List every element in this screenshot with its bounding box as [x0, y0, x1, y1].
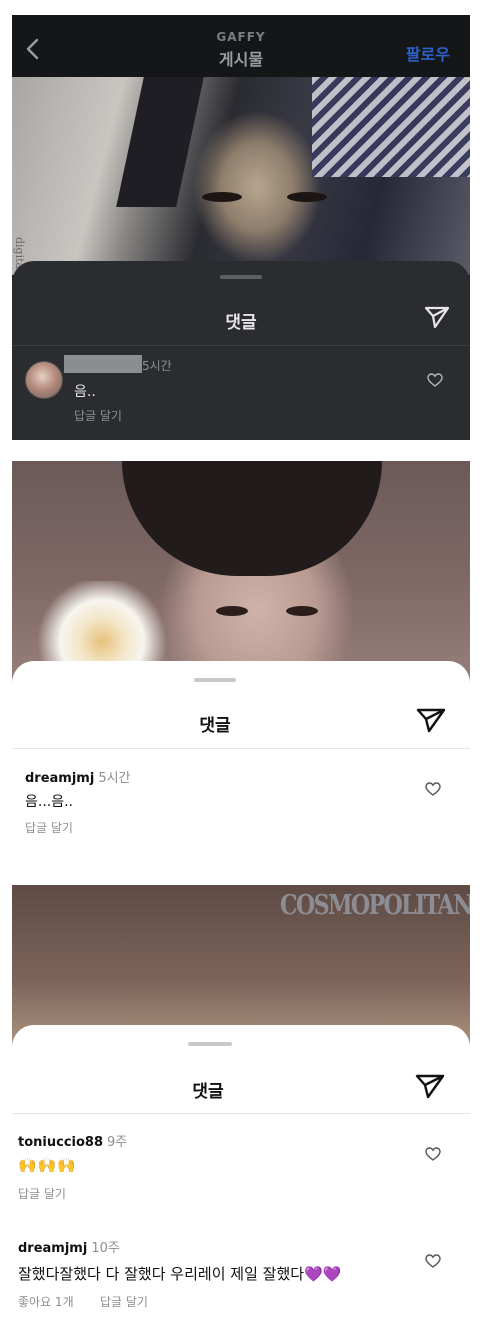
sheet-title: 댓글 [199, 716, 231, 736]
photo-eyes [216, 606, 318, 616]
comments-sheet: 댓글 dreamjmj 5시간 음...음.. 답글 달기 [12, 661, 470, 861]
sheet-drag-handle[interactable] [194, 678, 236, 682]
photo-brand-logo: COSMOPOLITAN [280, 890, 470, 921]
comment-username[interactable]: dreamjmj [25, 771, 94, 786]
comment-text: 음.. [74, 384, 96, 400]
post-panel-dark: digital.ritual GAFFY 게시물 팔로우 댓글 5시간 음.. … [12, 15, 470, 440]
comment-header: dreamjmj 10주 [18, 1237, 120, 1256]
sheet-drag-handle[interactable] [188, 1042, 232, 1046]
comment-text: 음...음.. [25, 794, 74, 810]
comment-time: 9주 [107, 1135, 128, 1150]
comment-username[interactable]: toniuccio88 [18, 1135, 103, 1150]
divider [12, 748, 470, 749]
divider [12, 345, 470, 346]
send-icon[interactable] [424, 305, 450, 329]
reply-button[interactable]: 답글 달기 [74, 407, 122, 424]
comment-time: 5시간 [142, 359, 172, 373]
page-title: 게시물 [218, 50, 264, 69]
send-icon[interactable] [415, 1073, 445, 1099]
account-name: GAFFY [216, 30, 266, 44]
follow-button[interactable]: 팔로우 [406, 41, 450, 65]
comment-time: 10주 [91, 1241, 120, 1256]
photo-scarf [312, 77, 470, 177]
comments-sheet: 댓글 5시간 음.. 답글 달기 [12, 261, 470, 440]
reply-button[interactable]: 답글 달기 [25, 819, 73, 836]
likes-count[interactable]: 좋아요 1개 [18, 1293, 74, 1310]
divider [12, 1113, 470, 1114]
heart-icon[interactable] [427, 373, 443, 387]
sheet-title: 댓글 [192, 1082, 224, 1102]
redacted-username [64, 355, 142, 373]
photo-hair [122, 461, 382, 576]
sheet-title: 댓글 [225, 313, 257, 333]
comment-header: toniuccio88 9주 [18, 1131, 127, 1150]
comments-sheet: 댓글 toniuccio88 9주 🙌🙌🙌 답글 달기 dreamjmj 10주 잘… [12, 1025, 470, 1324]
heart-icon[interactable] [425, 1147, 441, 1161]
comment-header: dreamjmj 5시간 [25, 767, 131, 786]
avatar[interactable] [25, 361, 63, 399]
post-photo: digital.ritual [12, 77, 470, 317]
post-panel-light-2: COSMOPOLITAN 댓글 toniuccio88 9주 🙌🙌🙌 답글 달기 … [12, 885, 470, 1324]
comment-text: 잘했다잘했다 다 잘했다 우리레이 제일 잘했다💜💜 [18, 1265, 342, 1283]
send-icon[interactable] [416, 707, 446, 733]
top-bar: GAFFY 게시물 팔로우 [12, 15, 470, 77]
comment-text: 🙌🙌🙌 [18, 1156, 78, 1174]
heart-icon[interactable] [425, 782, 441, 796]
photo-hair [116, 77, 204, 207]
heart-icon[interactable] [425, 1254, 441, 1268]
sheet-drag-handle[interactable] [220, 275, 262, 279]
comment-time: 5시간 [98, 771, 131, 786]
reply-button[interactable]: 답글 달기 [100, 1293, 148, 1310]
post-panel-light-1: 댓글 dreamjmj 5시간 음...음.. 답글 달기 [12, 461, 470, 861]
photo-eyes [202, 192, 327, 202]
reply-button[interactable]: 답글 달기 [18, 1185, 66, 1202]
comment-username[interactable]: dreamjmj [18, 1241, 87, 1256]
